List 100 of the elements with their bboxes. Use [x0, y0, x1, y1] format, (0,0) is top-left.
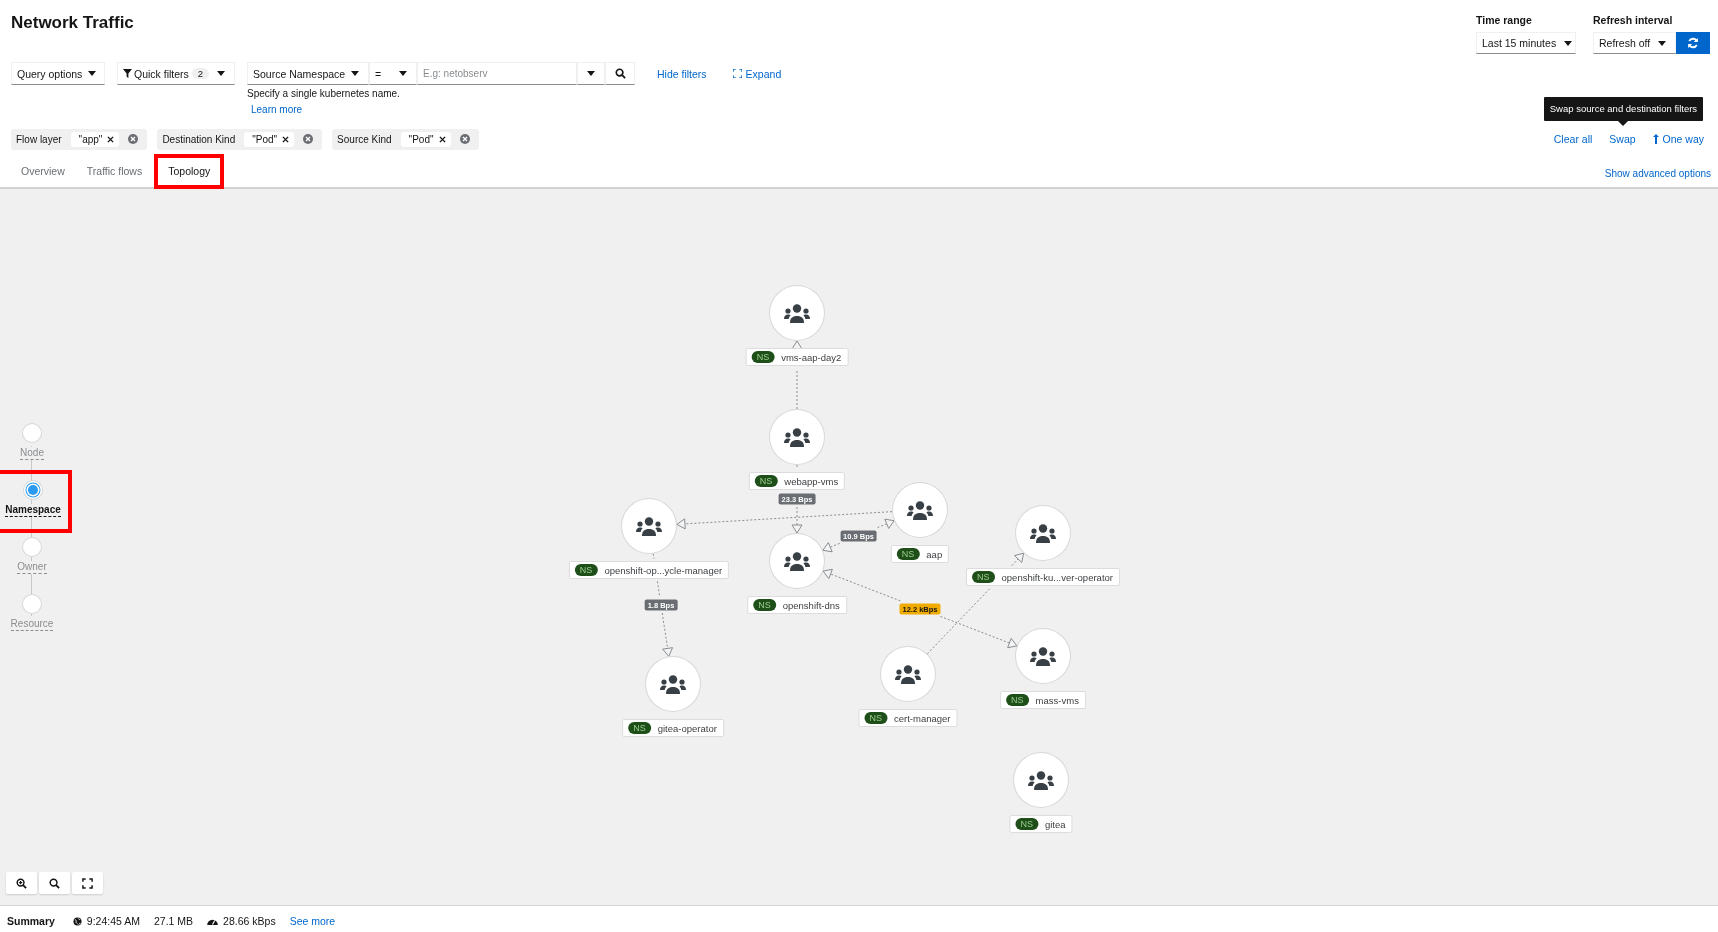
node-name: webapp-vms — [784, 475, 839, 487]
tab[interactable]: Overview — [11, 154, 75, 189]
tab[interactable]: Topology — [154, 154, 225, 189]
time-range-select[interactable]: Last 15 minutes — [1476, 32, 1576, 54]
autocomplete-toggle[interactable] — [577, 62, 605, 85]
filter-category: Destination Kind — [162, 133, 236, 145]
zoom-out-icon — [49, 877, 60, 889]
namespace-node[interactable] — [770, 410, 824, 464]
zoom-out-button[interactable] — [39, 872, 70, 894]
refresh-icon — [1687, 37, 1699, 49]
tab[interactable]: Traffic flows — [76, 154, 153, 189]
group-icon — [1030, 523, 1056, 543]
see-more-link[interactable]: See more — [289, 915, 336, 927]
scope-label[interactable]: Resource — [10, 618, 54, 631]
namespace-badge: NS — [1015, 818, 1038, 830]
node-name: openshift-ku...ver-operator — [1001, 571, 1113, 583]
tooltip: Swap source and destination filters — [1543, 97, 1704, 121]
scope-label[interactable]: Node — [20, 447, 44, 460]
namespace-node[interactable] — [881, 647, 935, 701]
group-icon — [660, 674, 686, 694]
tooltip-pointer — [1618, 121, 1629, 126]
scope-radio[interactable] — [23, 538, 41, 556]
namespace-badge: NS — [896, 548, 920, 560]
clear-all-link[interactable]: Clear all — [1553, 133, 1593, 145]
refresh-interval-select[interactable]: Refresh off — [1593, 32, 1676, 54]
scope-label[interactable]: Owner — [17, 561, 47, 574]
namespace-badge: NS — [754, 475, 778, 487]
namespace-badge: NS — [753, 599, 776, 611]
filter-chip[interactable]: "Pod" — [244, 131, 295, 147]
time-range-label: Time range — [1476, 14, 1533, 26]
scope-label[interactable]: Namespace — [5, 504, 61, 517]
group-icon — [907, 500, 933, 520]
globe-icon — [72, 916, 82, 926]
namespace-node[interactable] — [1014, 753, 1068, 807]
namespace-badge: NS — [864, 712, 887, 724]
caret-icon — [1564, 40, 1573, 46]
group-icon — [1028, 770, 1054, 790]
arrow-up-icon — [1652, 134, 1659, 144]
node-name: aap — [926, 548, 943, 560]
summary-rate: 28.66 kBps — [223, 915, 276, 927]
scope-radio[interactable] — [23, 595, 41, 613]
node-name: mass-vms — [1035, 694, 1079, 706]
group-icon — [1030, 646, 1056, 666]
expand-link[interactable]: Expand — [732, 62, 782, 85]
namespace-node[interactable] — [770, 286, 824, 340]
filter-category: Source Kind — [337, 133, 392, 145]
learn-more-link[interactable]: Learn more — [251, 104, 635, 115]
node-name: openshift-dns — [782, 599, 840, 611]
summary-size: 27.1 MB — [154, 915, 194, 927]
refresh-button[interactable] — [1676, 32, 1710, 54]
namespace-node[interactable] — [646, 657, 700, 711]
caret-icon — [217, 71, 225, 76]
close-icon — [107, 135, 115, 143]
namespace-badge: NS — [751, 351, 775, 363]
caret-icon — [399, 71, 407, 76]
namespace-node[interactable] — [1016, 506, 1070, 560]
fit-to-screen-button[interactable] — [72, 872, 103, 894]
filter-chip[interactable]: "app" — [70, 131, 120, 147]
group-icon — [636, 516, 662, 536]
comparator-select[interactable]: = — [369, 62, 417, 85]
caret-icon — [1658, 40, 1667, 46]
query-options-select[interactable]: Query options — [11, 62, 105, 85]
filter-category: Flow layer — [16, 133, 62, 145]
one-way-link[interactable]: One way — [1652, 133, 1704, 145]
namespace-badge: NS — [574, 564, 598, 576]
quick-filters-select[interactable]: Quick filters 2 — [117, 62, 235, 85]
namespace-badge: NS — [1006, 694, 1029, 706]
hide-filters-link[interactable]: Hide filters — [657, 62, 707, 85]
summary-time: 9:24:45 AM — [86, 915, 140, 927]
group-icon — [895, 664, 921, 684]
search-button[interactable] — [605, 62, 635, 85]
refresh-interval-label: Refresh interval — [1593, 14, 1674, 26]
edge-line[interactable] — [822, 518, 895, 553]
advanced-options-link[interactable]: Show advanced options — [1604, 168, 1711, 179]
helper-text: Specify a single kubernetes name. — [247, 88, 401, 99]
filter-field-select[interactable]: Source Namespace — [247, 62, 369, 85]
zoom-in-button[interactable] — [6, 872, 37, 894]
expand-icon — [82, 877, 93, 889]
swap-link[interactable]: Swap — [1609, 133, 1636, 145]
remove-group-icon — [303, 134, 314, 144]
namespace-node[interactable] — [622, 499, 676, 553]
count-badge: 2 — [191, 68, 210, 79]
search-field[interactable]: E.g: netobserv — [417, 62, 577, 85]
caret-icon — [587, 71, 595, 76]
namespace-node[interactable] — [770, 534, 824, 588]
page-title: Network Traffic — [11, 13, 134, 34]
gauge-icon — [207, 917, 219, 925]
filter-chip[interactable]: "Pod" — [400, 131, 451, 147]
caret-icon — [351, 71, 360, 76]
close-icon — [282, 135, 290, 143]
remove-group-icon — [128, 134, 139, 144]
expand-icon — [732, 69, 742, 78]
zoom-in-icon — [16, 877, 27, 889]
namespace-badge: NS — [628, 722, 651, 734]
namespace-node[interactable] — [893, 483, 947, 537]
funnel-icon — [123, 69, 132, 78]
namespace-node[interactable] — [1016, 629, 1070, 683]
group-icon — [784, 303, 810, 323]
scope-radio[interactable] — [24, 481, 42, 499]
scope-radio[interactable] — [23, 424, 41, 442]
